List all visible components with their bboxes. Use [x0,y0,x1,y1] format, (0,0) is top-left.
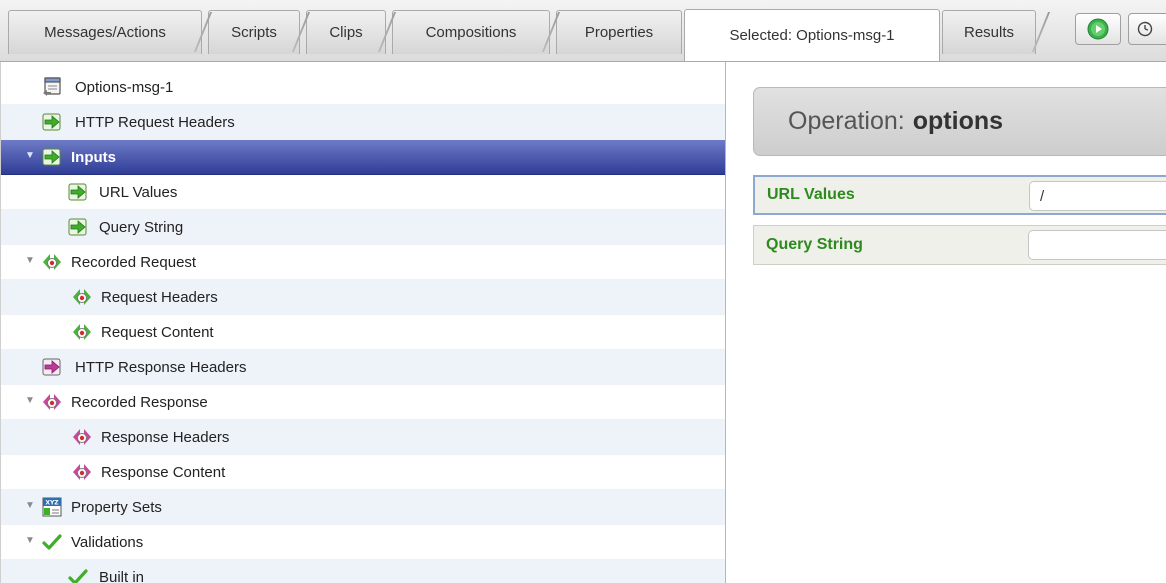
checkmark-icon [67,566,89,583]
tab-label: Messages/Actions [44,24,166,41]
recorded-response-icon [71,426,93,448]
property-sets-icon: XYZ [41,496,63,518]
expanded-triangle-icon[interactable]: ▼ [25,256,35,266]
detail-panel: Operation: options URL Values Query Stri… [737,62,1166,583]
schedule-button[interactable] [1128,13,1166,45]
tree-item-label: Query String [99,218,184,236]
tree-item-response-headers[interactable]: Response Headers [1,420,725,455]
tree-item-label: Built in [99,568,145,583]
play-icon [1087,18,1109,40]
field-label: URL Values [767,186,855,203]
operation-name: options [912,107,1004,135]
tab-label: Scripts [231,24,277,41]
tree-item-label: Options-msg-1 [75,78,174,96]
tree-item-options-msg-1[interactable]: Options-msg-1 [1,70,725,105]
green-arrow-icon [67,216,89,238]
query-string-input[interactable] [1028,230,1166,260]
field-row-url-values: URL Values [753,175,1166,215]
tree-item-label: Validations [71,533,144,551]
tab-label: Clips [329,24,363,41]
green-arrow-icon [41,111,63,133]
tree-item-label: Recorded Response [71,393,208,411]
tree-item-validations[interactable]: ▼ Validations [1,525,725,560]
svg-text:XYZ: XYZ [45,500,59,507]
tree-item-recorded-response[interactable]: ▼ Recorded Response [1,385,725,420]
tab-selected-options-msg-1[interactable]: Selected: Options-msg-1 [684,9,940,61]
tree-item-label: Request Content [101,323,214,341]
tree-item-property-sets[interactable]: ▼ XYZ Property Sets [1,490,725,525]
expanded-triangle-icon[interactable]: ▼ [25,501,35,511]
tree-item-response-content[interactable]: Response Content [1,455,725,490]
tree-item-label: Request Headers [101,288,218,306]
tab-clips[interactable]: Clips [306,10,386,54]
tab-compositions[interactable]: Compositions [392,10,550,54]
tree-item-inputs[interactable]: ▼ Inputs [1,140,725,175]
message-icon [41,76,63,98]
tree-item-label: Response Headers [101,428,230,446]
run-button[interactable] [1075,13,1121,45]
tree-item-label: HTTP Request Headers [75,113,235,131]
operation-header: Operation: options [753,87,1166,156]
tab-label: Compositions [425,24,517,41]
tree-item-request-headers[interactable]: Request Headers [1,280,725,315]
recorded-response-icon [71,461,93,483]
recorded-request-icon [71,286,93,308]
checkmark-icon [41,531,63,553]
tree-item-label: Inputs [71,148,116,166]
tree-item-label: Response Content [101,463,226,481]
green-arrow-icon [41,146,63,168]
operation-prefix: Operation: [788,107,905,135]
tree-item-request-content[interactable]: Request Content [1,315,725,350]
green-arrow-icon [67,181,89,203]
tree-item-http-response-headers[interactable]: HTTP Response Headers [1,350,725,385]
tree-item-recorded-request[interactable]: ▼ Recorded Request [1,245,725,280]
recorded-response-icon [41,391,63,413]
field-label: Query String [766,236,863,253]
field-row-query-string: Query String [753,225,1166,265]
clock-icon [1137,21,1153,37]
tab-scripts[interactable]: Scripts [208,10,300,54]
url-values-input[interactable] [1029,181,1166,211]
tab-results[interactable]: Results [942,10,1036,54]
recorded-request-icon [41,251,63,273]
tab-label: Results [963,24,1015,41]
expanded-triangle-icon[interactable]: ▼ [25,151,35,161]
tree-item-label: Property Sets [71,498,162,516]
tab-messages-actions[interactable]: Messages/Actions [8,10,202,54]
tab-bar: Messages/Actions Scripts Clips Compositi… [0,0,1166,62]
tab-label: Selected: Options-msg-1 [729,27,895,44]
pink-arrow-icon [41,356,63,378]
recorded-request-icon [71,321,93,343]
tree-item-built-in[interactable]: Built in [1,560,725,583]
expanded-triangle-icon[interactable]: ▼ [25,536,35,546]
tab-label: Properties [584,24,654,41]
expanded-triangle-icon[interactable]: ▼ [25,396,35,406]
tab-properties[interactable]: Properties [556,10,682,54]
tree-item-label: URL Values [99,183,178,201]
tree-item-http-request-headers[interactable]: HTTP Request Headers [1,105,725,140]
tree-item-query-string[interactable]: Query String [1,210,725,245]
message-tree: Options-msg-1 HTTP Request Headers ▼ Inp… [0,62,726,583]
tree-item-label: HTTP Response Headers [75,358,247,376]
tree-item-label: Recorded Request [71,253,197,271]
tree-item-url-values[interactable]: URL Values [1,175,725,210]
